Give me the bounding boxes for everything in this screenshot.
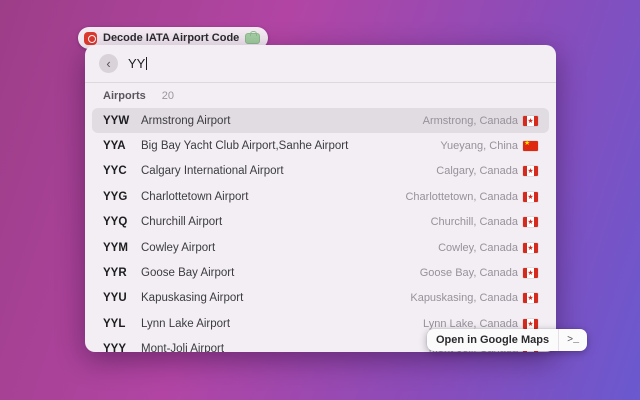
flag-icon <box>523 115 538 126</box>
airport-code: YYL <box>103 317 126 330</box>
search-bar: ‹ YY <box>85 45 556 83</box>
chevron-left-icon: ‹ <box>106 55 111 71</box>
airport-row[interactable]: YYA Big Bay Yacht Club Airport,Sanhe Air… <box>92 133 549 158</box>
airport-name: Calgary International Airport <box>141 165 284 178</box>
flag-icon <box>523 139 538 152</box>
airport-name: Lynn Lake Airport <box>141 317 231 330</box>
flag-icon <box>523 268 538 279</box>
section-count: 20 <box>161 90 175 102</box>
airport-name: Churchill Airport <box>141 216 223 229</box>
airport-code: YYC <box>103 165 127 178</box>
extension-app-icon <box>84 31 97 45</box>
airport-list: YYW Armstrong Airport Armstrong, Canada … <box>85 106 556 352</box>
airport-name: Armstrong Airport <box>141 114 231 127</box>
desktop-background: Decode IATA Airport Code ‹ YY Airports 2… <box>0 0 640 400</box>
airport-row[interactable]: YYW Armstrong Airport Armstrong, Canada <box>92 108 549 134</box>
airport-row[interactable]: YYQ Churchill Airport Churchill, Canada <box>92 210 549 235</box>
airport-row[interactable]: YYU Kapuskasing Airport Kapuskasing, Can… <box>92 286 549 311</box>
flag-icon <box>523 242 538 253</box>
terminal-shortcut-icon: >_ <box>567 334 580 346</box>
airport-code: YYQ <box>103 216 128 229</box>
airport-location: Lynn Lake, Canada <box>423 317 518 330</box>
back-button[interactable]: ‹ <box>99 54 118 73</box>
airport-row[interactable]: YYR Goose Bay Airport Goose Bay, Canada <box>92 260 549 285</box>
flag-icon <box>523 217 538 228</box>
airport-name: Mont-Joli Airport <box>141 343 225 352</box>
tooltip-label: Open in Google Maps <box>436 334 550 346</box>
airport-row[interactable]: YYC Calgary International Airport Calgar… <box>92 159 549 184</box>
airport-code: YYU <box>103 292 127 305</box>
airport-location: Goose Bay, Canada <box>419 267 518 280</box>
section-label: Airports <box>103 90 146 102</box>
airport-code: YYR <box>103 267 127 280</box>
airport-row[interactable]: YYG Charlottetown Airport Charlottetown,… <box>92 184 549 209</box>
airport-row[interactable]: YYM Cowley Airport Cowley, Canada <box>92 235 549 260</box>
airport-name: Charlottetown Airport <box>141 190 249 203</box>
section-header: Airports 20 <box>85 83 556 106</box>
airport-name: Cowley Airport <box>141 241 216 254</box>
airport-location: Kapuskasing, Canada <box>410 292 518 305</box>
airport-code: YYY <box>103 343 127 352</box>
text-caret <box>146 57 148 70</box>
flag-icon <box>523 166 538 177</box>
search-input[interactable]: YY <box>128 56 148 71</box>
airport-location: Yueyang, China <box>440 140 518 153</box>
airport-code: YYG <box>103 190 128 203</box>
airport-location: Churchill, Canada <box>430 216 518 229</box>
airport-name: Goose Bay Airport <box>141 267 235 280</box>
action-tooltip[interactable]: Open in Google Maps >_ <box>427 329 588 351</box>
flag-icon <box>523 191 538 202</box>
airport-location: Armstrong, Canada <box>422 114 518 127</box>
airport-name: Big Bay Yacht Club Airport,Sanhe Airport <box>141 140 349 153</box>
airport-name: Kapuskasing Airport <box>141 292 244 305</box>
airport-code: YYA <box>103 140 126 153</box>
bag-icon <box>245 30 261 44</box>
search-value: YY <box>128 56 146 71</box>
airport-location: Calgary, Canada <box>436 165 518 178</box>
airport-code: YYM <box>103 241 128 254</box>
airport-code: YYW <box>103 114 130 127</box>
flag-icon <box>523 318 538 329</box>
extension-title: Decode IATA Airport Code <box>103 32 240 44</box>
launcher-window: ‹ YY Airports 20 YYW Armstrong Airport A… <box>85 45 556 352</box>
airport-location: Charlottetown, Canada <box>405 190 518 203</box>
flag-icon <box>523 293 538 304</box>
airport-location: Cowley, Canada <box>438 241 518 254</box>
